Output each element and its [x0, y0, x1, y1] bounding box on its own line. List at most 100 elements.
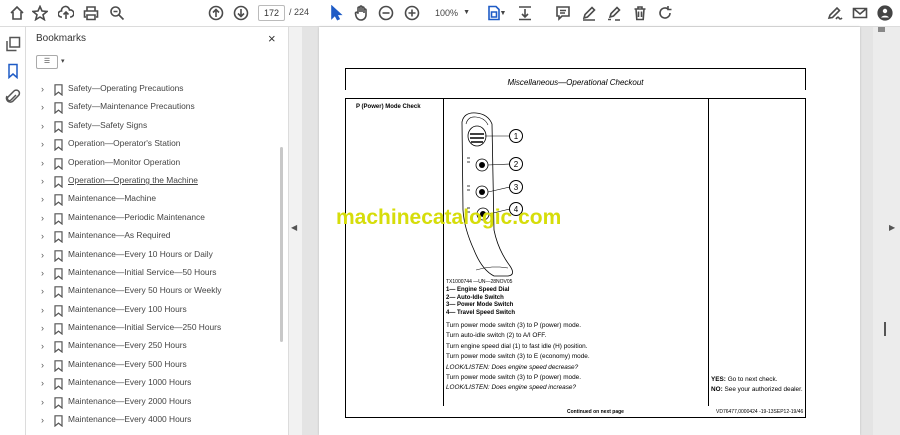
- bookmark-item[interactable]: › Safety—Safety Signs: [26, 117, 276, 135]
- callout-2: 2: [514, 160, 519, 169]
- zoom-select[interactable]: 100% ▼: [430, 5, 470, 21]
- hand-icon[interactable]: [352, 4, 370, 22]
- bookmark-icon: [54, 101, 63, 115]
- bookmark-item[interactable]: › Operation—Operator's Station: [26, 135, 276, 153]
- bookmark-item[interactable]: › Maintenance—Every 250 Hours: [26, 337, 276, 355]
- bookmark-icon: [54, 414, 63, 428]
- bookmark-item[interactable]: › Safety—Maintenance Precautions: [26, 98, 276, 116]
- look-listen-text: LOOK/LISTEN: Does engine speed decrease?: [446, 363, 579, 371]
- select-cursor-icon[interactable]: [327, 4, 345, 22]
- page-up-icon[interactable]: [207, 4, 225, 22]
- print-icon[interactable]: [82, 4, 100, 22]
- panel-title: Bookmarks: [36, 33, 87, 44]
- bookmark-label: Maintenance—Every 2000 Hours: [68, 395, 192, 406]
- account-icon[interactable]: [876, 4, 894, 22]
- star-icon[interactable]: [31, 4, 49, 22]
- navigation-rail: [0, 27, 26, 435]
- chevron-right-icon[interactable]: ›: [41, 360, 49, 370]
- chevron-right-icon[interactable]: ›: [41, 323, 49, 333]
- sign-icon[interactable]: [826, 4, 844, 22]
- close-icon[interactable]: ×: [268, 31, 276, 46]
- upload-icon[interactable]: [57, 4, 75, 22]
- bookmark-item[interactable]: › Safety—Operating Precautions: [26, 80, 276, 98]
- chevron-right-icon[interactable]: ›: [41, 415, 49, 425]
- panel-scrollbar[interactable]: [280, 147, 283, 342]
- chevron-down-icon: ▼: [463, 9, 470, 16]
- bookmark-options-button[interactable]: ☰: [36, 55, 58, 69]
- viewer-scrollbar[interactable]: [884, 322, 886, 336]
- attachment-icon[interactable]: [5, 89, 21, 105]
- viewer-scrollbar-thumb[interactable]: [878, 27, 885, 32]
- bookmark-item[interactable]: › Maintenance—Every 1000 Hours: [26, 374, 276, 392]
- column-rule: [443, 98, 444, 406]
- chevron-right-icon[interactable]: ›: [41, 102, 49, 112]
- bookmark-item[interactable]: › Maintenance—Machine: [26, 190, 276, 208]
- bookmark-icon: [54, 285, 63, 299]
- chevron-down-icon[interactable]: ▼: [498, 4, 508, 22]
- chevron-right-icon[interactable]: ›: [41, 286, 49, 296]
- pen-icon[interactable]: [580, 4, 598, 22]
- chevron-right-icon[interactable]: ›: [41, 84, 49, 94]
- chevron-right-icon[interactable]: ›: [41, 158, 49, 168]
- chevron-right-icon[interactable]: ›: [41, 378, 49, 388]
- chevron-right-icon[interactable]: ›: [41, 176, 49, 186]
- chevron-right-icon[interactable]: ›: [41, 397, 49, 407]
- zoom-out-icon[interactable]: [377, 4, 395, 22]
- rotate-icon[interactable]: [656, 4, 674, 22]
- bookmark-item[interactable]: › Maintenance—Every 50 Hours or Weekly: [26, 282, 276, 300]
- bookmark-label: Operation—Operating the Machine: [68, 174, 198, 185]
- delete-icon[interactable]: [631, 4, 649, 22]
- chevron-right-icon[interactable]: ›: [41, 139, 49, 149]
- bookmark-label: Safety—Maintenance Precautions: [68, 101, 195, 112]
- bookmark-icon: [54, 377, 63, 391]
- collapse-panel-icon[interactable]: ◀: [291, 223, 297, 232]
- page-number-input[interactable]: 172: [258, 5, 285, 21]
- bookmark-item[interactable]: › Operation—Operating the Machine: [26, 172, 276, 190]
- no-answer: NO: See your authorized dealer.: [711, 385, 803, 395]
- bookmark-icon: [54, 230, 63, 244]
- bookmark-item[interactable]: › Maintenance—Periodic Maintenance: [26, 209, 276, 227]
- step-text: Turn power mode switch (3) to P (power) …: [446, 374, 581, 382]
- zoom-search-icon[interactable]: [108, 4, 126, 22]
- chevron-right-icon[interactable]: ›: [41, 121, 49, 131]
- highlight-icon[interactable]: [605, 4, 623, 22]
- expand-right-panel-icon[interactable]: ▶: [889, 223, 895, 232]
- bookmark-label: Safety—Operating Precautions: [68, 83, 184, 93]
- bookmark-item[interactable]: › Maintenance—Every 2000 Hours: [26, 393, 276, 411]
- bookmark-item[interactable]: › Maintenance—Initial Service—50 Hours: [26, 264, 276, 282]
- bookmark-icon: [54, 267, 63, 281]
- comment-icon[interactable]: [554, 4, 572, 22]
- chevron-down-icon[interactable]: ▾: [61, 57, 65, 65]
- callout-3: 3: [514, 183, 519, 192]
- mail-icon[interactable]: [851, 4, 869, 22]
- chevron-right-icon[interactable]: ›: [41, 305, 49, 315]
- bookmark-label: Maintenance—Periodic Maintenance: [68, 211, 205, 222]
- bookmark-item[interactable]: › Maintenance—As Required: [26, 227, 276, 245]
- page-down-icon[interactable]: [232, 4, 250, 22]
- bookmark-item[interactable]: › Maintenance—Initial Service—250 Hours: [26, 319, 276, 337]
- bookmark-item[interactable]: › Maintenance—Every 100 Hours: [26, 301, 276, 319]
- no-label: NO:: [711, 385, 723, 393]
- bookmark-label: Maintenance—Every 4000 Hours: [68, 414, 192, 425]
- scroll-mode-icon[interactable]: [516, 4, 534, 22]
- chevron-right-icon[interactable]: ›: [41, 194, 49, 204]
- bookmark-item[interactable]: › Maintenance—Every 10 Hours or Daily: [26, 246, 276, 264]
- bookmark-icon: [54, 193, 63, 207]
- bookmark-item[interactable]: › Maintenance—Every 500 Hours: [26, 356, 276, 374]
- chevron-right-icon[interactable]: ›: [41, 213, 49, 223]
- legend-item: 2— Auto-Idle Switch: [446, 294, 504, 301]
- bookmark-icon[interactable]: [5, 63, 21, 80]
- chevron-right-icon[interactable]: ›: [41, 341, 49, 351]
- bookmark-item[interactable]: › Maintenance—Every 4000 Hours: [26, 411, 276, 429]
- chevron-right-icon[interactable]: ›: [41, 250, 49, 260]
- zoom-in-icon[interactable]: [403, 4, 421, 22]
- reference-code: VD76477,0000424 -19-13SEP12-19/46: [716, 409, 804, 415]
- yes-text: Go to next check.: [727, 376, 778, 383]
- look-listen-text: LOOK/LISTEN: Does engine speed increase?: [446, 384, 577, 392]
- chevron-right-icon[interactable]: ›: [41, 231, 49, 241]
- chevron-right-icon[interactable]: ›: [41, 268, 49, 278]
- bookmark-item[interactable]: › Operation—Monitor Operation: [26, 154, 276, 172]
- home-icon[interactable]: [8, 4, 26, 22]
- page-thumbnails-icon[interactable]: [5, 36, 21, 52]
- step-text: Turn power mode switch (3) to E (economy…: [446, 353, 590, 361]
